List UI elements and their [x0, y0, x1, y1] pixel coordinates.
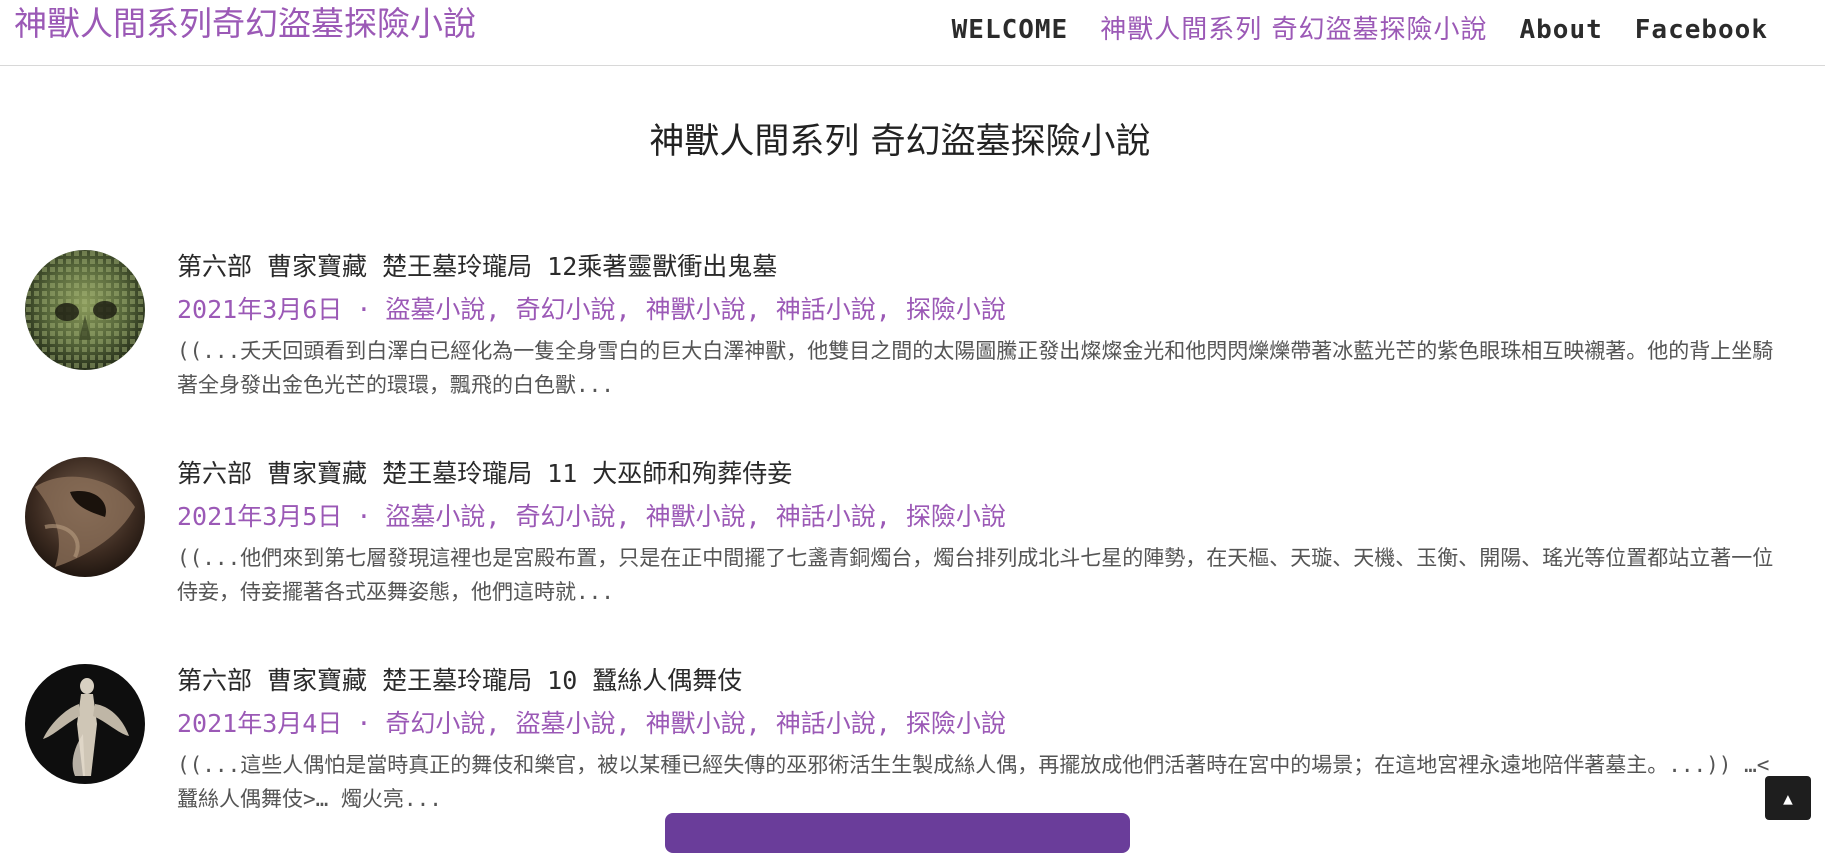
back-to-top-button[interactable]: ▲ [1765, 776, 1811, 820]
post-thumbnail[interactable] [25, 457, 145, 577]
post-excerpt: ((...夭夭回頭看到白澤白已經化為一隻全身雪白的巨大白澤神獸，他雙目之間的太陽… [177, 339, 1774, 397]
post-thumbnail[interactable] [25, 664, 145, 784]
site-header: 神獸人間系列奇幻盜墓探險小說 WELCOME 神獸人間系列 奇幻盜墓探險小說 A… [0, 0, 1825, 66]
nav-item-about[interactable]: About [1519, 12, 1602, 48]
meta-separator: · [356, 295, 372, 324]
post-excerpt: ((...他們來到第七層發現這裡也是宮殿布置，只是在正中間擺了七盞青銅燭台，燭台… [177, 546, 1774, 604]
category-link[interactable]: 探險小說 [906, 502, 1006, 531]
arrow-up-icon: ▲ [1783, 788, 1793, 808]
category-link[interactable]: 探險小說 [906, 295, 1006, 324]
nav-item-facebook[interactable]: Facebook [1635, 12, 1768, 48]
category-link[interactable]: 神獸小說 [646, 295, 746, 324]
category-link[interactable]: 探險小說 [906, 709, 1006, 738]
post-meta: 2021年3月5日 · 盜墓小說, 奇幻小說, 神獸小說, 神話小說, 探險小說 [177, 502, 1006, 531]
nav-item-series[interactable]: 神獸人間系列 奇幻盜墓探險小說 [1100, 12, 1487, 48]
post-title[interactable]: 第六部 曹家寶藏 楚王墓玲瓏局 10 蠶絲人偶舞伎 [177, 664, 1777, 698]
post-title[interactable]: 第六部 曹家寶藏 楚王墓玲瓏局 12乘著靈獸衝出鬼墓 [177, 250, 1777, 284]
category-link[interactable]: 奇幻小說 [516, 502, 616, 531]
page-title: 神獸人間系列 奇幻盜墓探險小說 [649, 122, 1151, 162]
category-link[interactable]: 盜墓小說 [385, 502, 485, 531]
category-link[interactable]: 神話小說 [776, 709, 876, 738]
category-link[interactable]: 奇幻小說 [385, 709, 485, 738]
post-date[interactable]: 2021年3月5日 [177, 502, 342, 531]
post-meta: 2021年3月6日 · 盜墓小說, 奇幻小說, 神獸小說, 神話小說, 探險小說 [177, 295, 1006, 324]
post-thumbnail[interactable] [25, 250, 145, 370]
post-date[interactable]: 2021年3月6日 [177, 295, 342, 324]
main-nav: WELCOME 神獸人間系列 奇幻盜墓探險小說 About Facebook [952, 12, 1768, 48]
post-body: 第六部 曹家寶藏 楚王墓玲瓏局 10 蠶絲人偶舞伎 2021年3月4日 · 奇幻小說… [177, 664, 1777, 816]
post-title[interactable]: 第六部 曹家寶藏 楚王墓玲瓏局 11 大巫師和殉葬侍妾 [177, 457, 1777, 491]
post-meta: 2021年3月4日 · 奇幻小說, 盜墓小說, 神獸小說, 神話小說, 探險小說 [177, 709, 1006, 738]
post-body: 第六部 曹家寶藏 楚王墓玲瓏局 11 大巫師和殉葬侍妾 2021年3月5日 · 盜墓… [177, 457, 1777, 609]
category-link[interactable]: 盜墓小說 [385, 295, 485, 324]
post-item: 第六部 曹家寶藏 楚王墓玲瓏局 11 大巫師和殉葬侍妾 2021年3月5日 · 盜墓… [25, 457, 1785, 657]
load-more-button[interactable] [665, 813, 1130, 853]
post-body: 第六部 曹家寶藏 楚王墓玲瓏局 12乘著靈獸衝出鬼墓 2021年3月6日 · 盜墓小… [177, 250, 1777, 402]
category-link[interactable]: 奇幻小說 [516, 295, 616, 324]
post-date[interactable]: 2021年3月4日 [177, 709, 342, 738]
meta-separator: · [356, 709, 372, 738]
category-link[interactable]: 神獸小說 [646, 709, 746, 738]
category-link[interactable]: 神獸小說 [646, 502, 746, 531]
category-link[interactable]: 神話小說 [776, 502, 876, 531]
nav-item-welcome[interactable]: WELCOME [952, 12, 1069, 48]
meta-separator: · [356, 502, 372, 531]
category-link[interactable]: 盜墓小說 [516, 709, 616, 738]
post-item: 第六部 曹家寶藏 楚王墓玲瓏局 12乘著靈獸衝出鬼墓 2021年3月6日 · 盜墓小… [25, 250, 1785, 450]
category-link[interactable]: 神話小說 [776, 295, 876, 324]
post-excerpt: ((...這些人偶怕是當時真正的舞伎和樂官，被以某種已經失傳的巫邪術活生生製成絲… [177, 753, 1770, 811]
site-title[interactable]: 神獸人間系列奇幻盜墓探險小說 [14, 2, 476, 46]
